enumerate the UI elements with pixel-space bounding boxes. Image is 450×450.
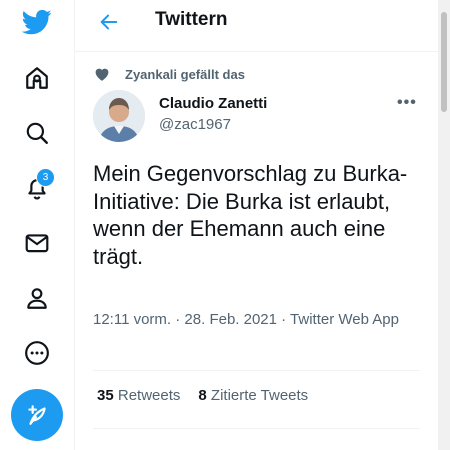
- meta-divider: [93, 370, 420, 371]
- more-options-button[interactable]: •••: [397, 94, 417, 112]
- page-header: Twittern: [75, 0, 438, 46]
- mail-icon[interactable]: [22, 228, 52, 258]
- notification-badge: 3: [36, 168, 55, 187]
- tweet-detail-panel: Twittern Zyankali gefällt das Claudio Za…: [75, 0, 438, 450]
- heart-icon: [95, 68, 109, 81]
- quotes-label: Zitierte Tweets: [210, 387, 309, 404]
- twitter-logo-icon[interactable]: [22, 7, 52, 37]
- social-context-label: Zyankali gefällt das: [125, 66, 245, 82]
- scrollbar-thumb[interactable]: [441, 12, 447, 112]
- sidebar-nav: 3: [0, 0, 74, 450]
- author-name[interactable]: Claudio Zanetti: [159, 95, 267, 112]
- feather-plus-icon: [28, 405, 46, 425]
- header-divider: [75, 51, 438, 52]
- quotes-stat[interactable]: 8 Zitierte Tweets: [198, 387, 308, 404]
- stats-divider: [93, 428, 420, 429]
- tweet-stats: 35 Retweets 8 Zitierte Tweets: [97, 387, 308, 404]
- social-context[interactable]: Zyankali gefällt das: [93, 65, 245, 83]
- page-title: Twittern: [155, 9, 228, 30]
- tweet-text: Mein Gegenvorschlag zu Burka-Initiative:…: [93, 161, 408, 269]
- home-icon[interactable]: [22, 63, 52, 93]
- retweets-count: 35: [97, 387, 114, 404]
- more-icon[interactable]: [22, 338, 52, 368]
- back-arrow-icon[interactable]: [95, 8, 123, 36]
- profile-icon[interactable]: [22, 283, 52, 313]
- retweets-label: Retweets: [117, 387, 181, 404]
- avatar[interactable]: [93, 90, 145, 142]
- retweets-stat[interactable]: 35 Retweets: [97, 387, 180, 404]
- tweet-timestamp[interactable]: 12:11 vorm. · 28. Feb. 2021 · Twitter We…: [93, 309, 413, 330]
- author-handle[interactable]: @zac1967: [159, 116, 231, 133]
- search-icon[interactable]: [22, 118, 52, 148]
- compose-tweet-button[interactable]: [11, 389, 63, 441]
- quotes-count: 8: [198, 387, 207, 404]
